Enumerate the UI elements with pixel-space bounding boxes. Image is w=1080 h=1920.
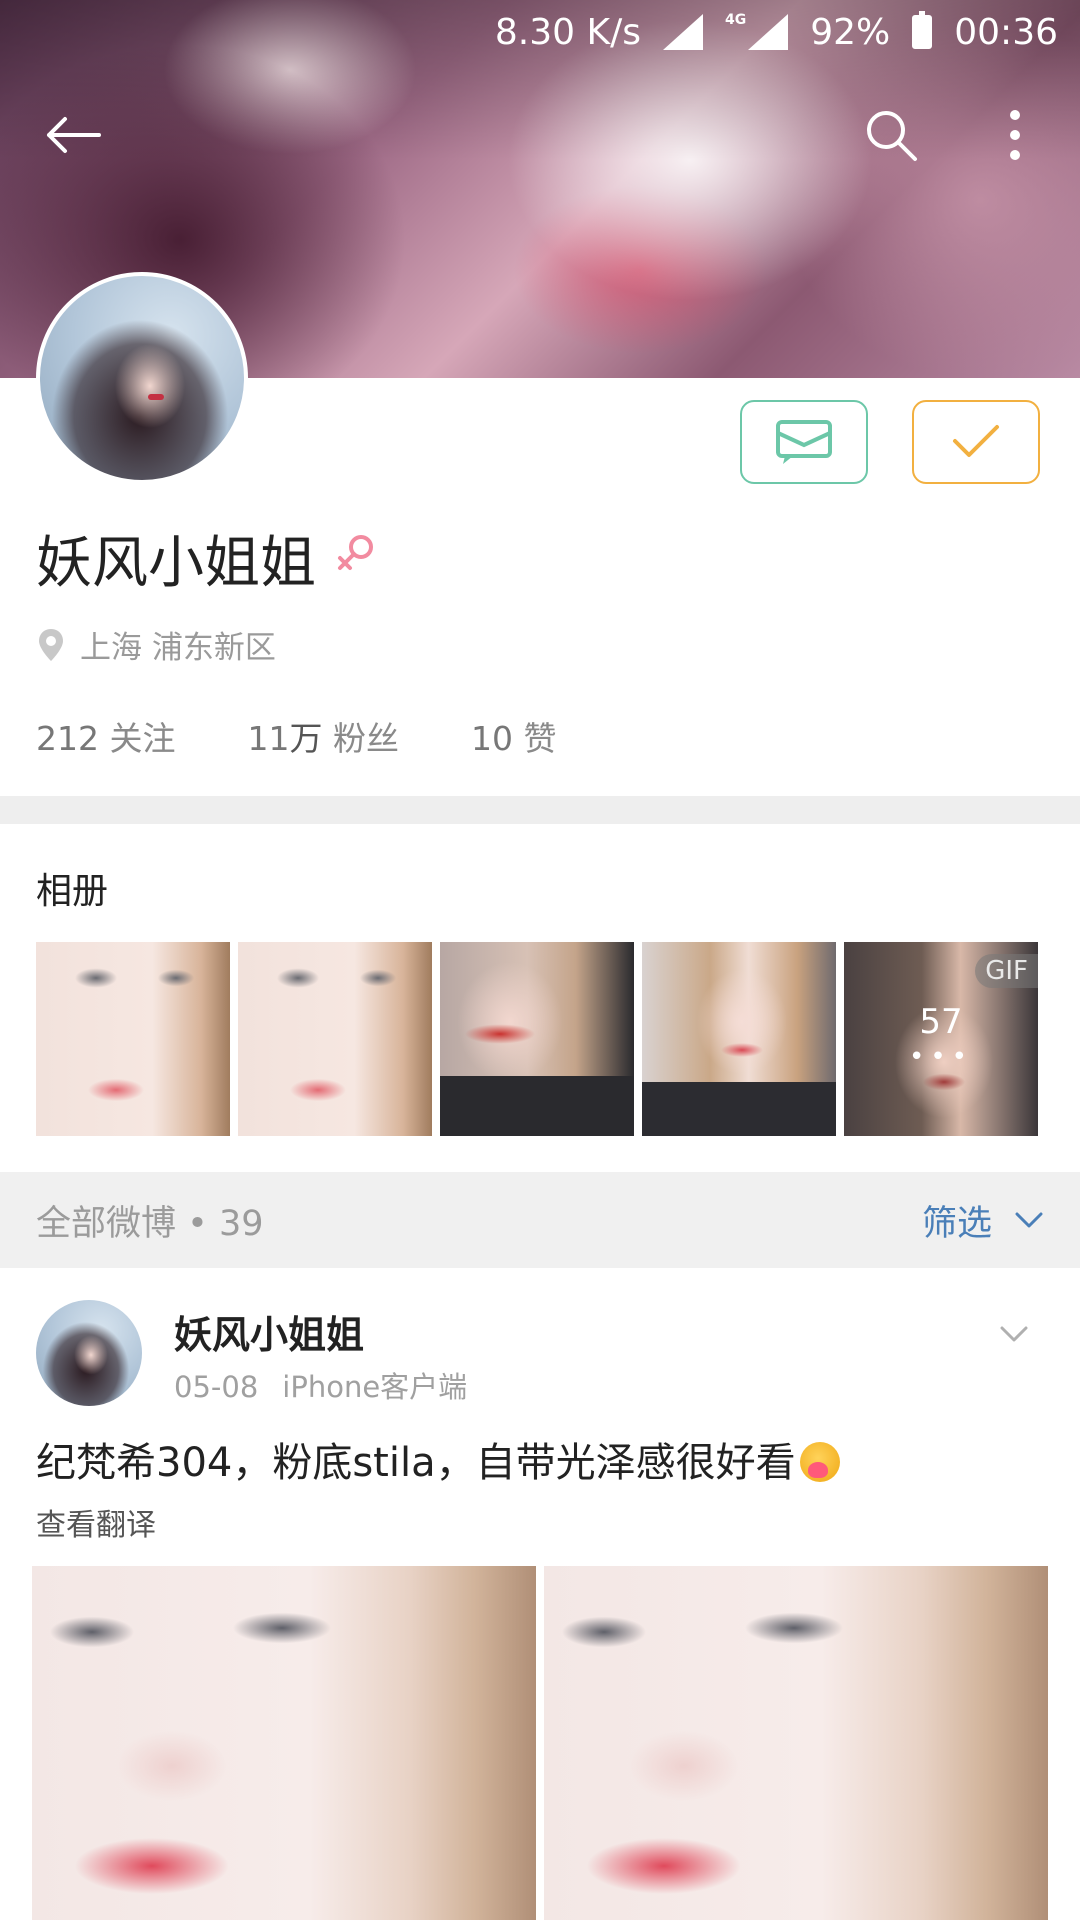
net-speed: 8.30 K/s [494,11,641,53]
status-bar: 8.30 K/s 4G 92% 00:36 [0,0,1080,64]
location-text: 上海 浦东新区 [80,630,276,666]
more-vertical-icon [1010,110,1020,160]
album-strip: GIF 57 ••• [36,942,1046,1136]
message-icon [776,420,832,464]
feed-summary: 全部微博 • 39 [36,1195,264,1246]
filter-button[interactable]: 筛选 [922,1195,1044,1246]
network-type: 4G [725,12,747,28]
profile-stats: 212 关注 11万 粉丝 10 赞 [36,712,629,760]
message-button[interactable] [740,400,868,484]
post-body: 纪梵希304，粉底stila，自带光泽感很好看 [36,1440,796,1486]
post-author-avatar[interactable] [36,1300,142,1406]
feed-count: 39 [218,1203,264,1244]
post-author-name[interactable]: 妖风小姐姐 [174,1304,364,1359]
post-source: iPhone客户端 [282,1370,468,1404]
post-images [32,1566,1056,1920]
avatar[interactable] [36,272,248,484]
blush-emoji-icon [799,1442,840,1482]
likes-count: 10 [471,719,513,758]
translate-link[interactable]: 查看翻译 [36,1500,156,1544]
battery-percent: 92% [810,11,891,53]
clock: 00:36 [954,11,1058,53]
post-image[interactable] [32,1566,536,1920]
post-date: 05-08 [174,1370,259,1404]
chevron-down-icon[interactable] [994,1314,1034,1354]
check-icon [953,425,999,457]
female-icon [338,535,373,570]
followers-unit: 万 [289,719,323,758]
album-more-photo[interactable]: GIF 57 ••• [844,942,1038,1136]
feed-separator: • [187,1203,208,1244]
profile-page: 8.30 K/s 4G 92% 00:36 妖风小姐姐 上海 浦东新区 212 … [0,0,1080,1920]
post-text: 纪梵希304，粉底stila，自带光泽感很好看 [36,1430,840,1488]
location-pin-icon [39,628,63,661]
cell-signal-icon: 4G [725,12,789,50]
back-arrow-icon [47,117,101,153]
post-meta: 05-08 iPhone客户端 [174,1364,467,1406]
battery-icon [912,11,933,49]
following-count: 212 [36,719,99,758]
album-title[interactable]: 相册 [36,862,108,914]
follow-button[interactable] [912,400,1040,484]
feed-label: 全部微博 [36,1203,177,1244]
following-stat[interactable]: 212 关注 [36,712,176,760]
search-button[interactable] [856,100,926,170]
location: 上海 浦东新区 [36,622,276,667]
gif-badge: GIF [975,954,1038,988]
followers-stat[interactable]: 11万 粉丝 [248,712,400,760]
section-divider [0,796,1080,824]
album-photo[interactable] [440,942,634,1136]
more-button[interactable] [980,100,1050,170]
following-label: 关注 [109,719,176,758]
album-more-dots: ••• [908,1042,973,1072]
likes-label: 赞 [523,719,557,758]
filter-label: 筛选 [921,1203,992,1244]
followers-label: 粉丝 [333,719,399,758]
profile-username: 妖风小姐姐 [36,531,316,596]
search-icon [867,111,917,161]
likes-stat[interactable]: 10 赞 [471,712,557,760]
followers-count: 11 [247,719,290,758]
back-button[interactable] [38,100,108,170]
chevron-down-icon [1015,1212,1043,1228]
feed-filter-bar: 全部微博 • 39 筛选 [0,1172,1080,1268]
wifi-signal-icon [663,14,703,50]
album-photo-count: 57 [919,1002,963,1042]
post-image[interactable] [544,1566,1048,1920]
album-photo[interactable] [238,942,432,1136]
album-photo[interactable] [642,942,836,1136]
album-photo[interactable] [36,942,230,1136]
